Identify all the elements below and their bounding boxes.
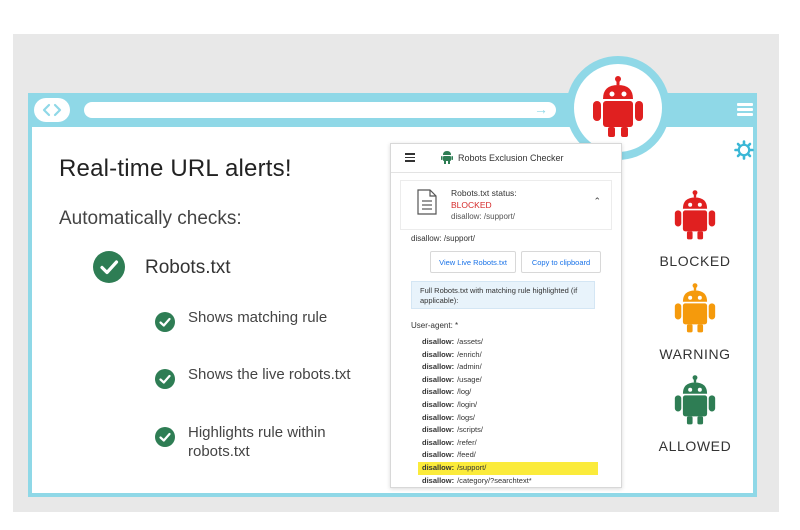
- robot-blocked-icon: [674, 190, 716, 240]
- rule-path: /category/?searchtext*: [457, 475, 532, 485]
- highlighted-rule-row: disallow:/support/: [418, 461, 598, 475]
- rule-row: disallow:/feed/: [418, 449, 598, 462]
- rule-row: disallow:/enrich/: [418, 349, 598, 362]
- feature-label: Shows matching rule: [188, 309, 328, 326]
- copy-to-clipboard-button[interactable]: Copy to clipboard: [521, 251, 601, 273]
- rule-row: disallow:/log/: [418, 386, 598, 399]
- hamburger-icon[interactable]: [405, 153, 415, 162]
- status-badge: BLOCKED: [451, 200, 492, 210]
- rule-directive: disallow:: [422, 374, 455, 384]
- popup-title: Robots Exclusion Checker: [458, 153, 564, 163]
- chevron-up-icon[interactable]: ⌃: [593, 196, 601, 207]
- status-allowed: ALLOWED: [640, 373, 750, 454]
- matching-rule: disallow: /support/: [451, 212, 516, 221]
- rule-path: /log/: [457, 387, 472, 397]
- back-forward-icon[interactable]: [34, 98, 70, 122]
- go-arrow-icon[interactable]: →: [534, 99, 548, 119]
- rule-path: /assets/: [457, 337, 483, 346]
- check-circle-icon: [155, 427, 175, 447]
- status-title: Robots.txt status:: [451, 188, 517, 198]
- robots-rules-list: disallow:/assets/disallow:/enrich/disall…: [418, 336, 598, 487]
- headline: Real-time URL alerts!: [59, 155, 292, 182]
- check-circle-icon: [93, 251, 125, 283]
- rule-row: disallow:/scripts/: [418, 424, 598, 437]
- rule-row: disallow:/login/: [418, 399, 598, 412]
- feature-label: Shows the live robots.txt: [188, 366, 351, 383]
- feature-item: Shows the live robots.txt: [155, 365, 358, 389]
- rule-row: disallow:/assets/: [418, 336, 598, 349]
- main-feature-label: Robots.txt: [145, 257, 231, 278]
- hamburger-icon[interactable]: [737, 103, 753, 117]
- view-live-robots-button[interactable]: View Live Robots.txt: [430, 251, 516, 273]
- rule-directive: disallow:: [422, 362, 455, 372]
- rule-row: disallow:/usage/: [418, 374, 598, 387]
- rule-directive: disallow:: [422, 337, 455, 346]
- rule-row: disallow:/admin/: [418, 361, 598, 374]
- check-circle-icon: [155, 312, 175, 332]
- robot-allowed-icon: [674, 375, 716, 425]
- rule-row: disallow:/refer/: [418, 437, 598, 450]
- rule-directive: disallow:: [422, 425, 455, 435]
- status-card[interactable]: Robots.txt status: BLOCKED disallow: /su…: [400, 180, 612, 230]
- status-label: WARNING: [659, 346, 731, 362]
- popup-header: Robots Exclusion Checker: [391, 144, 621, 173]
- rule-path: /enrich/: [457, 349, 482, 359]
- status-label: ALLOWED: [658, 438, 732, 454]
- info-box: Full Robots.txt with matching rule highl…: [411, 281, 595, 309]
- rule-path: /login/: [457, 399, 478, 409]
- check-circle-icon: [155, 369, 175, 389]
- rule-path: /logs/: [457, 412, 476, 422]
- rule-directive: disallow:: [422, 450, 455, 460]
- rule-path: /support/: [457, 462, 487, 472]
- rule-row: disallow:/logs/: [418, 412, 598, 425]
- rule-directive: disallow:: [422, 462, 455, 472]
- rule-directive: disallow:: [422, 399, 455, 409]
- robot-logo-icon: [593, 76, 643, 137]
- user-agent-line: User-agent: *: [411, 321, 459, 330]
- robot-icon: [441, 151, 453, 164]
- robot-warning-icon: [674, 283, 716, 333]
- status-blocked: BLOCKED: [640, 188, 750, 269]
- document-icon: [417, 189, 437, 215]
- feature-item: Highlights rule within robots.txt: [155, 423, 358, 461]
- rule-path: /refer/: [457, 437, 477, 447]
- extension-popup: Robots Exclusion Checker Robots.txt stat…: [390, 143, 622, 488]
- rule-directive: disallow:: [422, 412, 455, 422]
- subheading: Automatically checks:: [59, 208, 242, 229]
- rule-directive: disallow:: [422, 437, 455, 447]
- rule-path: /feed/: [457, 450, 476, 460]
- rule-directive: disallow:: [422, 387, 455, 397]
- status-label: BLOCKED: [659, 253, 731, 269]
- status-warning: WARNING: [640, 281, 750, 362]
- feature-item: Shows matching rule: [155, 308, 358, 332]
- feature-label: Highlights rule within robots.txt: [188, 424, 326, 460]
- rule-path: /admin/: [457, 362, 482, 372]
- rule-directive: disallow:: [422, 349, 455, 359]
- rule-path: /scripts/: [457, 425, 483, 435]
- rule-path: /usage/: [457, 374, 482, 384]
- address-bar[interactable]: →: [84, 99, 556, 119]
- matched-disallow-line: disallow: /support/: [411, 234, 476, 243]
- gear-icon[interactable]: [734, 140, 754, 160]
- rule-directive: disallow:: [422, 475, 455, 485]
- rule-row: disallow:/category/?searchtext*: [418, 475, 598, 487]
